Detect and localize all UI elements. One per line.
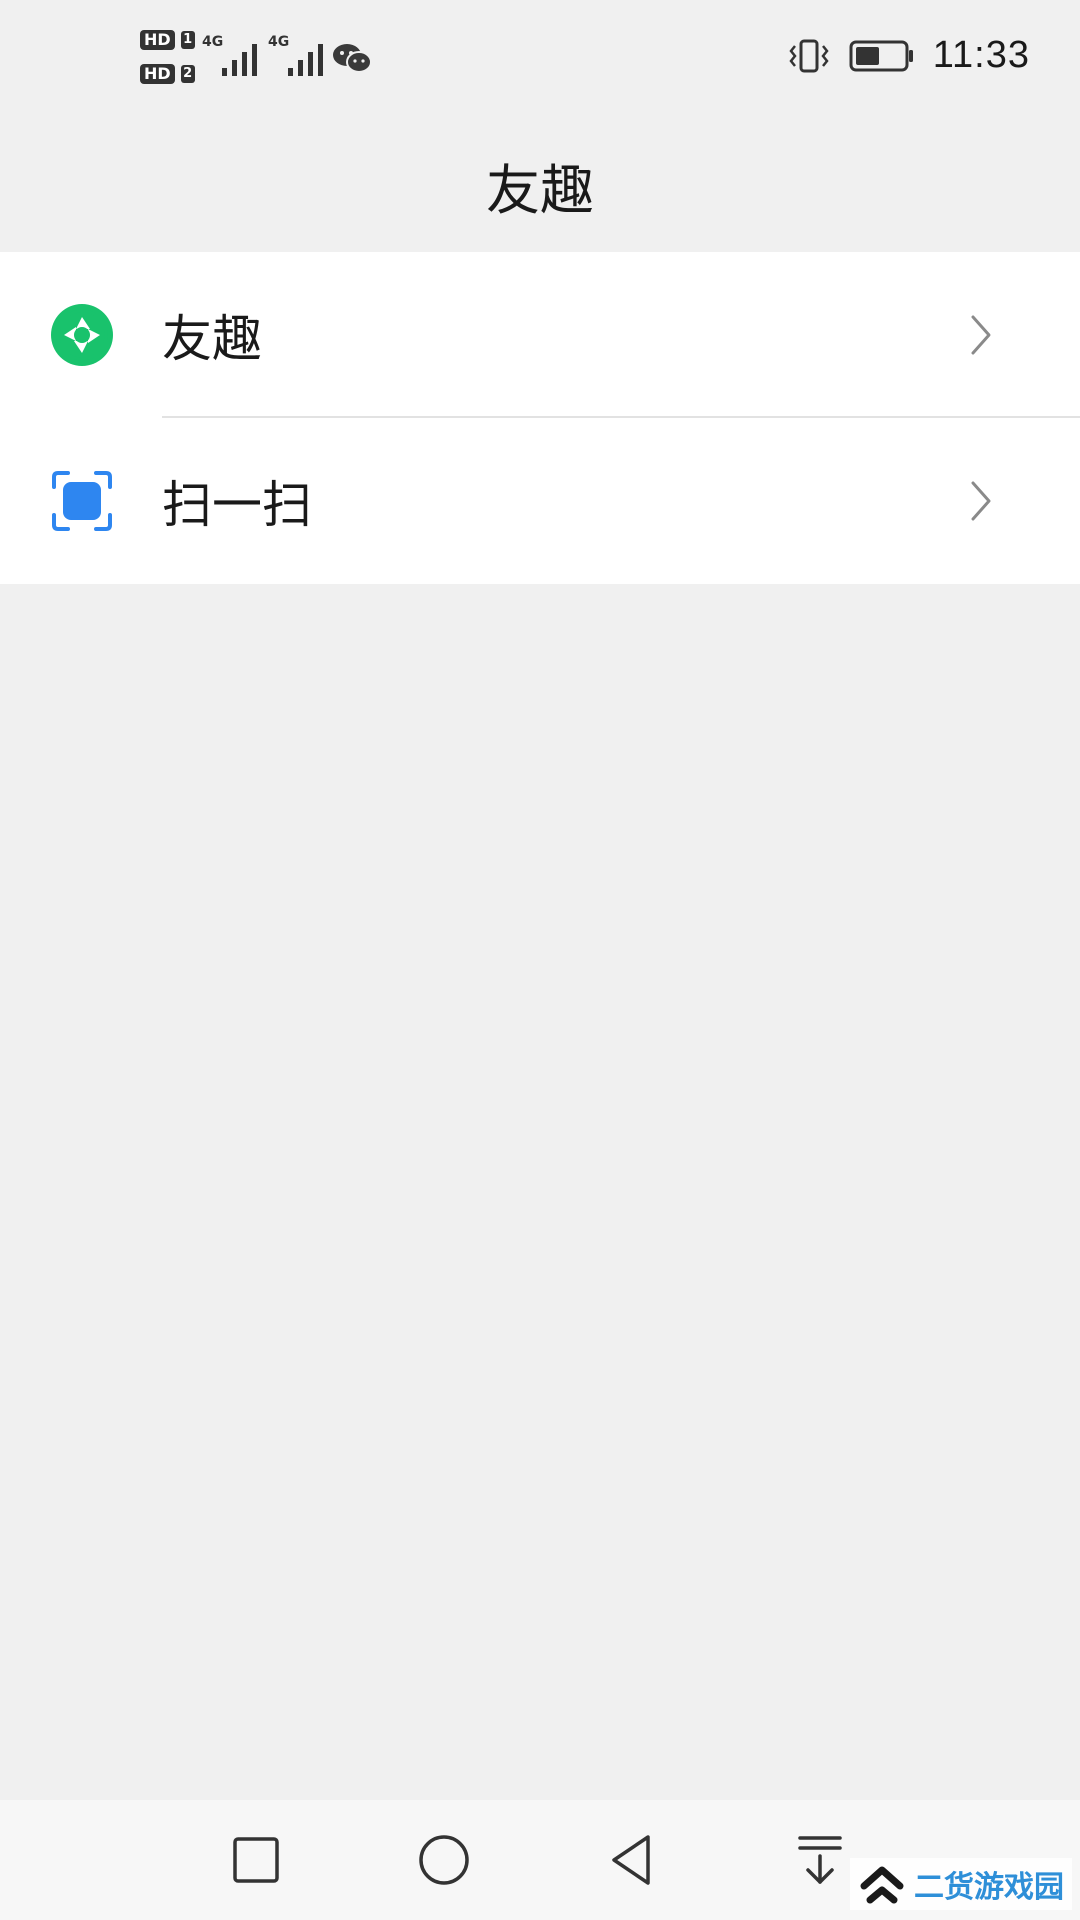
wechat-icon [333,44,372,73]
battery-icon [849,40,913,71]
page-title: 友趣 [486,158,594,222]
notification-pulldown-icon[interactable] [790,1830,850,1890]
watermark-text: 二货游戏园 [914,1870,1064,1905]
status-bar: HD 1 HD 2 4G 4G 11:33 [0,0,1080,120]
hd-badge: HD [140,30,175,50]
menu-item-label: 友趣 [162,310,262,368]
recent-apps-icon[interactable] [226,1830,286,1890]
double-chevron-up-icon [860,1866,904,1904]
watermark: 二货游戏园 [850,1858,1072,1910]
network-type: 4G [268,34,290,50]
back-icon[interactable] [602,1830,662,1890]
sim-1-indicator: HD 1 [140,30,195,50]
menu-item-label: 扫一扫 [162,476,312,534]
sim-indicators: HD 1 HD 2 [140,30,195,84]
system-nav-bar: 二货游戏园 [0,1800,1080,1920]
network-type: 4G [202,34,224,50]
sim-number: 1 [180,31,195,49]
aperture-icon [51,304,113,366]
scan-icon [52,471,112,531]
home-icon[interactable] [414,1830,474,1890]
menu-item-youqu[interactable]: 友趣 [0,252,1080,418]
menu-list: 友趣 扫一扫 [0,252,1080,584]
status-right-group: 11:33 [787,34,1030,77]
hd-badge: HD [140,64,175,84]
title-bar: 友趣 [0,120,1080,250]
chevron-right-icon [971,481,991,521]
vibrate-icon [789,39,829,72]
sim-number: 2 [180,65,195,83]
sim-2-indicator: HD 2 [140,64,195,84]
status-clock: 11:33 [932,34,1030,76]
menu-item-scan[interactable]: 扫一扫 [0,418,1080,584]
chevron-right-icon [971,315,991,355]
